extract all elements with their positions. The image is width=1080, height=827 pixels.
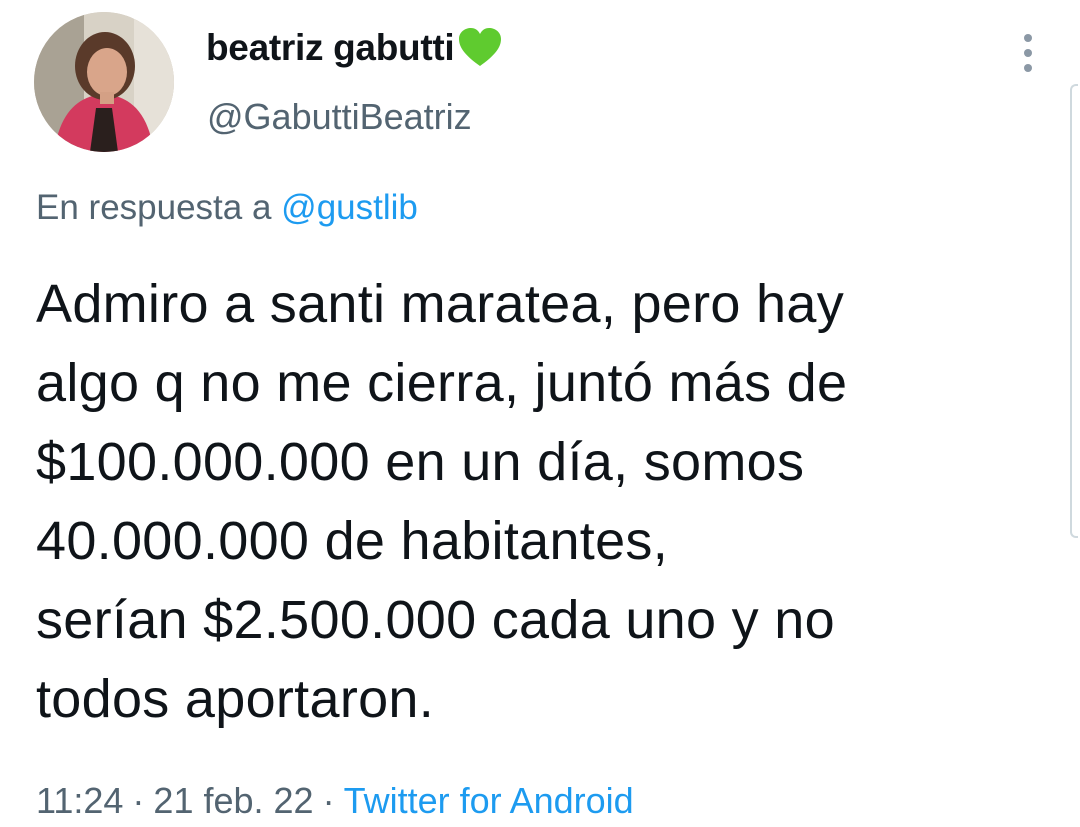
tweet-time[interactable]: 11:24 xyxy=(36,780,123,821)
author-name-row[interactable]: beatriz gabutti xyxy=(206,26,504,70)
tweet-card: beatriz gabutti @GabuttiBeatriz En respu… xyxy=(0,0,1080,827)
dot-icon xyxy=(1024,34,1032,42)
meta-separator: · xyxy=(132,780,145,821)
reply-mention-link[interactable]: @gustlib xyxy=(281,188,418,227)
avatar-photo xyxy=(34,12,174,152)
meta-separator: · xyxy=(322,780,335,821)
more-options-button[interactable] xyxy=(1010,30,1046,76)
scrollbar-edge xyxy=(1070,84,1078,538)
avatar[interactable] xyxy=(34,12,174,152)
reply-prefix: En respuesta a xyxy=(36,188,272,227)
author-display-name[interactable]: beatriz gabutti xyxy=(206,27,455,69)
green-heart-icon xyxy=(456,26,504,70)
author-handle[interactable]: @GabuttiBeatriz xyxy=(207,96,472,138)
dot-icon xyxy=(1024,64,1032,72)
tweet-meta: 11:24 · 21 feb. 22 · Twitter for Android xyxy=(36,780,634,822)
reply-context: En respuesta a @gustlib xyxy=(36,188,418,228)
tweet-text: Admiro a santi maratea, pero hay algo q … xyxy=(36,274,848,729)
tweet-source-link[interactable]: Twitter for Android xyxy=(344,780,634,821)
tweet-date[interactable]: 21 feb. 22 xyxy=(153,780,313,821)
dot-icon xyxy=(1024,49,1032,57)
